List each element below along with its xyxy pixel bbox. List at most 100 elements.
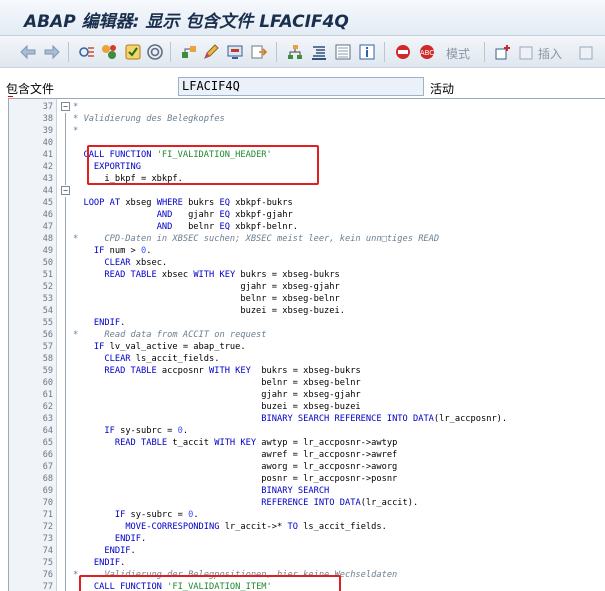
pretty-printer-icon[interactable] (310, 43, 328, 61)
display-object-icon[interactable] (226, 43, 244, 61)
code-line[interactable]: 37− * (9, 101, 605, 113)
code-line[interactable]: 52 gjahr = xbseg-gjahr (9, 281, 605, 293)
code-line[interactable]: 70 REFERENCE INTO DATA(lr_accit). (9, 497, 605, 509)
line-number: 43 (42, 174, 53, 184)
add-icon[interactable] (494, 43, 512, 61)
code-text: REFERENCE INTO DATA(lr_accit). (261, 498, 419, 508)
code-line[interactable]: 45 LOOP AT xbseg WHERE bukrs EQ xbkpf-bu… (9, 197, 605, 209)
other-object-icon[interactable] (78, 43, 96, 61)
code-line[interactable]: 73 ENDIF. (9, 533, 605, 545)
code-line[interactable]: 75 ENDIF. (9, 557, 605, 569)
code-line[interactable]: 77 CALL FUNCTION 'FI_VALIDATION_ITEM' (9, 581, 605, 591)
line-number: 57 (42, 342, 53, 352)
code-line[interactable]: 63 BINARY SEARCH REFERENCE INTO DATA(lr_… (9, 413, 605, 425)
code-line[interactable]: 48 * CPD-Daten in XBSEC suchen; XBSEC mei… (9, 233, 605, 245)
line-number: 55 (42, 318, 53, 328)
fold-toggle-icon[interactable]: − (61, 102, 70, 111)
code-text: gjahr = xbseg-gjahr (73, 390, 361, 400)
line-number: 77 (42, 582, 53, 591)
line-number: 50 (42, 258, 53, 268)
code-line[interactable]: 38 * Validierung des Belegkopfes (9, 113, 605, 125)
code-line[interactable]: 51 READ TABLE xbsec WITH KEY bukrs = xbs… (9, 269, 605, 281)
line-number: 58 (42, 354, 53, 364)
code-text: CALL FUNCTION 'FI_VALIDATION_HEADER' (83, 150, 272, 160)
code-text: * CPD-Daten in XBSEC suchen; XBSEC meist… (73, 234, 440, 244)
line-number: 67 (42, 462, 53, 472)
help-icon[interactable] (394, 43, 412, 61)
code-line[interactable]: 71 IF sy-subrc = 0. (9, 509, 605, 521)
info-icon[interactable] (358, 43, 376, 61)
activate-icon[interactable] (124, 43, 142, 61)
abap-help-icon[interactable]: ABC (418, 43, 436, 61)
code-text: AND belnr EQ xbkpf-belnr. (156, 222, 298, 232)
code-line[interactable]: 67 aworg = lr_accposnr->aworg (9, 461, 605, 473)
code-line[interactable]: 53 belnr = xbseg-belnr (9, 293, 605, 305)
code-text: IF sy-subrc = 0. (114, 510, 199, 520)
line-number: 63 (42, 414, 53, 424)
code-line[interactable]: 50 CLEAR xbsec. (9, 257, 605, 269)
line-number: 64 (42, 426, 53, 436)
code-line[interactable]: 43 i_bkpf = xbkpf. (9, 173, 605, 185)
code-line[interactable]: 74 ENDIF. (9, 545, 605, 557)
code-line[interactable]: 40 (9, 137, 605, 149)
check-icon[interactable] (146, 43, 164, 61)
code-line[interactable]: 44− (9, 185, 605, 197)
code-text: CLEAR ls_accit_fields. (104, 354, 220, 364)
code-line[interactable]: 68 posnr = lr_accposnr->posnr (9, 473, 605, 485)
mode-label[interactable]: 模式 (446, 45, 470, 62)
code-text: LOOP AT xbseg WHERE bukrs EQ xbkpf-bukrs (83, 198, 293, 208)
include-field-row: 包含文件 LFACIF4Q 活动 (0, 68, 605, 98)
code-line[interactable]: 39 * (9, 125, 605, 137)
code-line[interactable]: 62 buzei = xbseg-buzei (9, 401, 605, 413)
more-icon[interactable] (578, 43, 596, 61)
code-line[interactable]: 57 IF lv_val_active = abap_true. (9, 341, 605, 353)
pencil-icon[interactable] (202, 43, 220, 61)
code-line[interactable]: 54 buzei = xbseg-buzei. (9, 305, 605, 317)
code-line[interactable]: 66 awref = lr_accposnr->awref (9, 449, 605, 461)
fold-toggle-icon[interactable]: − (61, 186, 70, 195)
line-number: 62 (42, 402, 53, 412)
code-line[interactable]: 47 AND belnr EQ xbkpf-belnr. (9, 221, 605, 233)
insert-statement-icon[interactable] (334, 43, 352, 61)
code-line[interactable]: 56 * Read data from ACCIT on request (9, 329, 605, 341)
code-line[interactable]: 46 AND gjahr EQ xbkpf-gjahr (9, 209, 605, 221)
code-line[interactable]: 64 IF sy-subrc = 0. (9, 425, 605, 437)
line-number: 68 (42, 474, 53, 484)
object-list-icon[interactable] (250, 43, 268, 61)
insert-label[interactable]: 插入 (538, 45, 562, 62)
code-line[interactable]: 76 * Validierung der Belegpositionen, hie… (9, 569, 605, 581)
code-line[interactable]: 41 CALL FUNCTION 'FI_VALIDATION_HEADER' (9, 149, 605, 161)
code-line[interactable]: 61 gjahr = xbseg-gjahr (9, 389, 605, 401)
code-line[interactable]: 60 belnr = xbseg-belnr (9, 377, 605, 389)
status-label: 活动 (430, 82, 455, 96)
window-title: ABAP 编辑器: 显示 包含文件 LFACIF4Q (24, 12, 349, 32)
code-line[interactable]: 72 MOVE-CORRESPONDING lr_accit->* TO ls_… (9, 521, 605, 533)
line-number: 70 (42, 498, 53, 508)
forward-arrow-icon[interactable] (42, 43, 60, 61)
code-text: gjahr = xbseg-gjahr (73, 282, 340, 292)
code-line[interactable]: 69 BINARY SEARCH (9, 485, 605, 497)
code-text: * (73, 102, 79, 112)
hierarchy-icon[interactable] (286, 43, 304, 61)
code-text: i_bkpf = xbkpf. (73, 174, 183, 184)
code-line[interactable]: 55 ENDIF. (9, 317, 605, 329)
line-number: 39 (42, 126, 53, 136)
line-number: 71 (42, 510, 53, 520)
where-used-icon[interactable] (180, 43, 198, 61)
insert-icon[interactable] (518, 43, 536, 61)
line-number: 37 (42, 102, 53, 112)
back-arrow-icon[interactable] (20, 43, 38, 61)
code-line[interactable]: 59 READ TABLE accposnr WITH KEY bukrs = … (9, 365, 605, 377)
code-line[interactable]: 65 READ TABLE t_accit WITH KEY awtyp = l… (9, 437, 605, 449)
include-name-field[interactable]: LFACIF4Q (178, 77, 424, 96)
change-display-icon[interactable] (100, 43, 118, 61)
code-line[interactable]: 42 EXPORTING (9, 161, 605, 173)
title-bar: ABAP 编辑器: 显示 包含文件 LFACIF4Q (0, 0, 605, 36)
line-number: 73 (42, 534, 53, 544)
code-line[interactable]: 49 IF num > 0. (9, 245, 605, 257)
code-text: READ TABLE xbsec WITH KEY bukrs = xbseg-… (104, 270, 340, 280)
line-number: 38 (42, 114, 53, 124)
line-number: 42 (42, 162, 53, 172)
code-editor[interactable]: 37− * 38 * Validierung des Belegkopfes 39 * 40… (8, 98, 605, 591)
code-line[interactable]: 58 CLEAR ls_accit_fields. (9, 353, 605, 365)
